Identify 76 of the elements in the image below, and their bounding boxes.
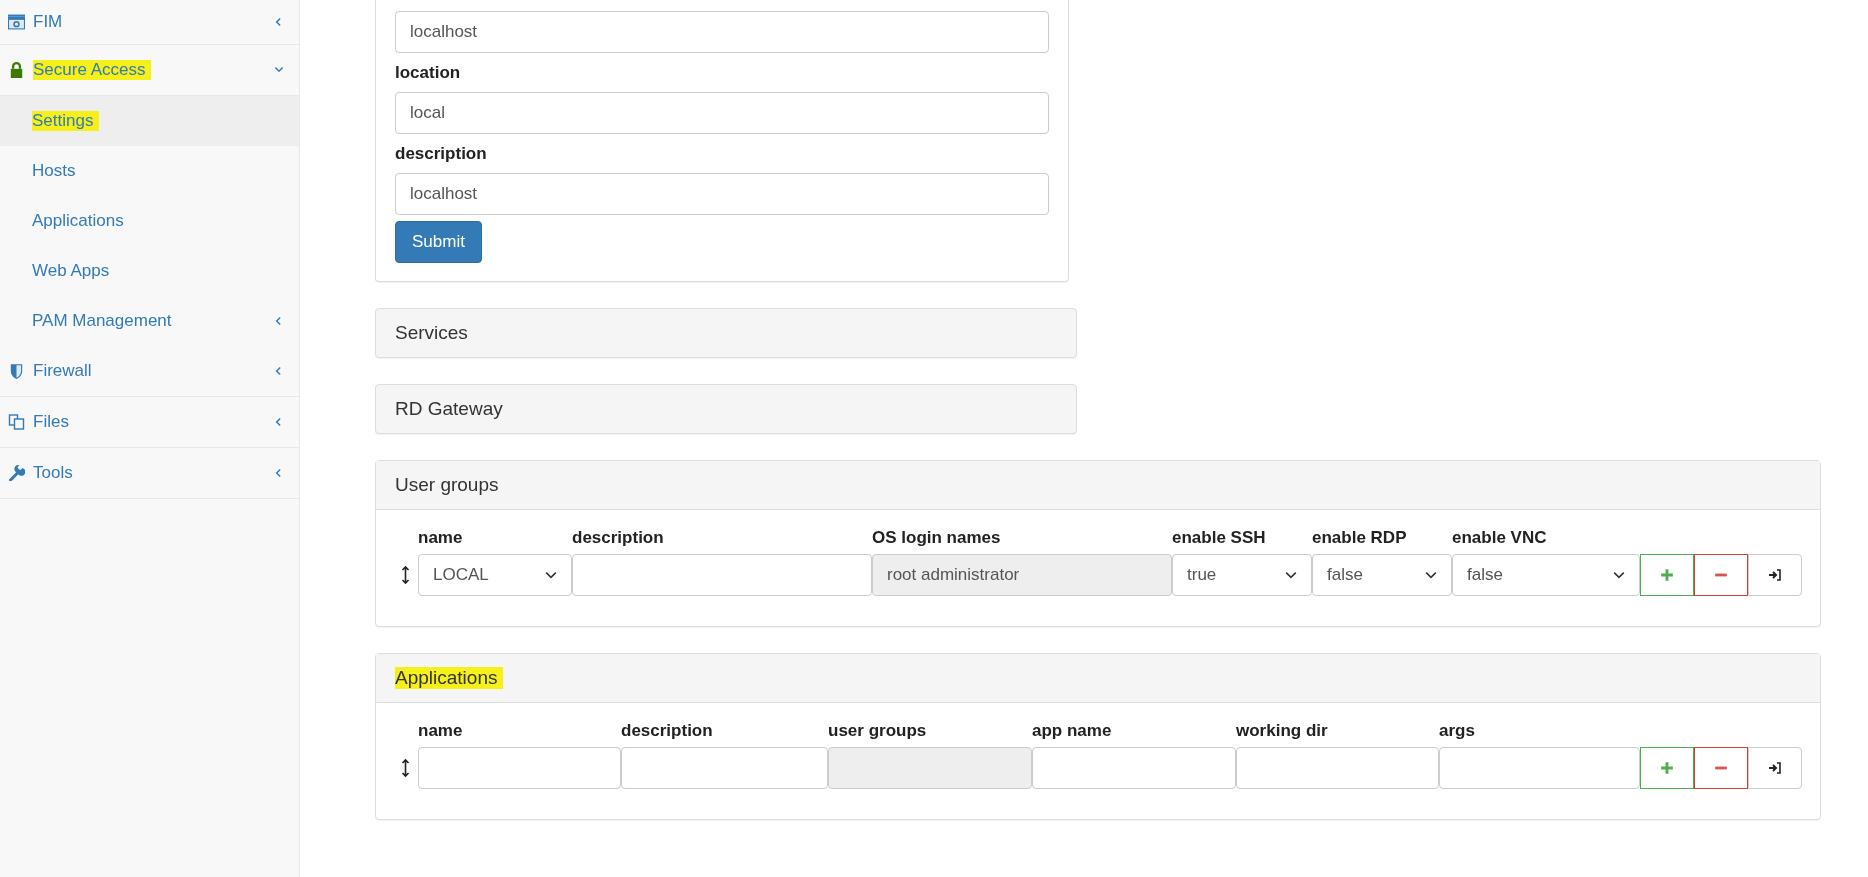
column-header: description (621, 721, 714, 741)
sidebar-item-label: Firewall (33, 361, 92, 381)
dropdown[interactable]: true (1172, 554, 1312, 596)
dropdown[interactable]: LOCAL (418, 554, 572, 596)
sidebar-item-label: Files (33, 412, 69, 432)
text-field[interactable] (1439, 747, 1640, 789)
plus-icon (1660, 568, 1674, 582)
shield-icon (8, 363, 25, 379)
drag-handle-icon[interactable] (401, 565, 410, 585)
wrench-icon (8, 465, 25, 481)
sidebar-item-label: Secure Access (33, 60, 152, 80)
caret-icon (1613, 569, 1625, 581)
submenu-label: Settings (32, 111, 100, 131)
plus-icon (1660, 761, 1674, 775)
column-header: working dir (1236, 721, 1329, 741)
submenu-item[interactable]: Hosts (0, 146, 299, 196)
field-label: description (395, 144, 488, 164)
caret-icon (1285, 569, 1297, 581)
dropdown[interactable]: false (1452, 554, 1640, 596)
sign-in-button[interactable] (1748, 554, 1802, 596)
caret-icon (1425, 569, 1437, 581)
field-label: location (395, 63, 462, 83)
sign-in-icon (1768, 568, 1782, 582)
lock-icon (8, 62, 25, 78)
panel-title: User groups (395, 474, 499, 496)
submenu-item[interactable]: PAM Management (0, 296, 299, 346)
camera-icon (8, 14, 25, 30)
column-header: name (418, 528, 464, 548)
sidebar-item[interactable]: Files (8, 412, 273, 432)
text-field[interactable] (418, 747, 621, 789)
column-header: name (418, 721, 464, 741)
caret-icon (545, 569, 557, 581)
submit-button[interactable]: Submit (395, 221, 482, 263)
sidebar-item[interactable]: Tools (8, 463, 273, 483)
collapsed-panel[interactable]: RD Gateway (375, 384, 1077, 434)
submenu-label: Web Apps (32, 261, 110, 281)
column-header: app name (1032, 721, 1113, 741)
drag-handle-icon[interactable] (401, 758, 410, 778)
text-field[interactable]: localhost (395, 173, 1049, 215)
text-field[interactable] (572, 554, 872, 596)
column-header: args (1439, 721, 1476, 741)
submenu-item[interactable]: Applications (0, 196, 299, 246)
sidebar-item-label: FIM (33, 12, 63, 32)
column-header: user groups (828, 721, 928, 741)
column-header: description (572, 528, 665, 548)
remove-button[interactable] (1694, 747, 1748, 789)
text-field[interactable]: localhost (395, 11, 1049, 53)
panel-title: Applications (395, 667, 504, 689)
text-field[interactable] (1032, 747, 1236, 789)
text-field[interactable] (621, 747, 828, 789)
submenu-item[interactable]: Settings (0, 96, 299, 146)
text-field[interactable]: local (395, 92, 1049, 134)
sidebar-item-label: Tools (33, 463, 73, 483)
files-icon (8, 414, 25, 430)
column-header: enable SSH (1172, 528, 1267, 548)
add-button[interactable] (1640, 554, 1694, 596)
panel-title: RD Gateway (395, 398, 503, 420)
sign-in-icon (1768, 761, 1782, 775)
submenu-label: Hosts (32, 161, 76, 181)
sidebar-item[interactable]: Firewall (8, 361, 273, 381)
text-field[interactable] (1236, 747, 1439, 789)
readonly-field: root administrator (872, 554, 1172, 596)
collapsed-panel[interactable]: Services (375, 308, 1077, 358)
submenu-label: Applications (32, 211, 124, 231)
sidebar-item[interactable]: FIM (8, 12, 273, 32)
sign-in-button[interactable] (1748, 747, 1802, 789)
sidebar-item[interactable]: Secure Access (8, 60, 273, 80)
submenu-label: PAM Management (32, 311, 172, 331)
submenu-item[interactable]: Web Apps (0, 246, 299, 296)
remove-button[interactable] (1694, 554, 1748, 596)
add-button[interactable] (1640, 747, 1694, 789)
panel-title: Services (395, 322, 468, 344)
column-header: enable VNC (1452, 528, 1548, 548)
column-header: enable RDP (1312, 528, 1408, 548)
column-header: OS login names (872, 528, 1002, 548)
dropdown[interactable]: false (1312, 554, 1452, 596)
